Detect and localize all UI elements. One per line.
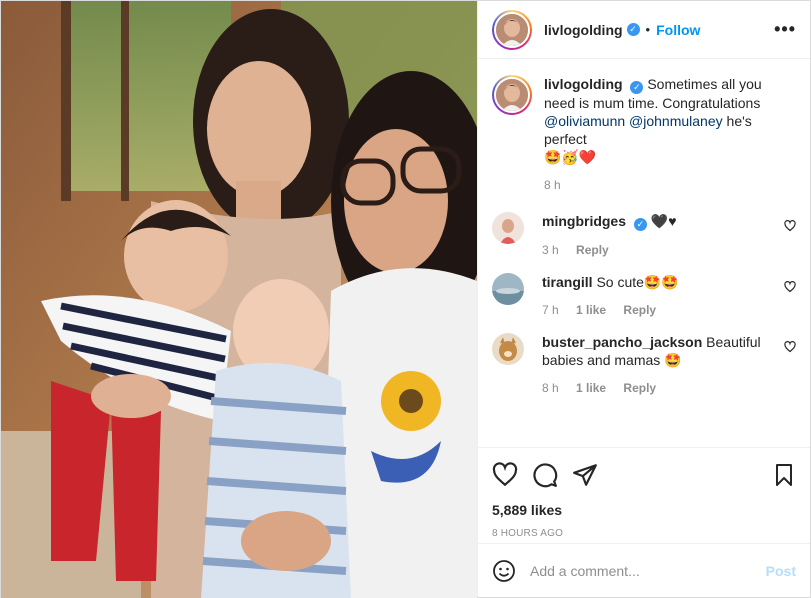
comment-likes[interactable]: 1 like xyxy=(576,381,606,395)
commenter-username[interactable]: mingbridges xyxy=(542,213,626,229)
likes-count[interactable]: 5,889 likes xyxy=(492,502,796,518)
comment-meta: 7 h 1 like Reply xyxy=(542,301,772,319)
caption-meta: 8 h xyxy=(544,176,796,194)
verified-badge-icon: ✓ xyxy=(630,81,644,94)
caption-emojis: 🤩🥳❤️ xyxy=(544,149,597,165)
instagram-post: livlogolding ✓ • Follow ••• livlogolding… xyxy=(0,0,811,598)
commenter-username[interactable]: tirangill xyxy=(542,274,593,290)
avatar-image xyxy=(494,11,530,48)
comment: buster_pancho_jackson Beautiful babies a… xyxy=(492,333,796,397)
caption-body: livlogolding ✓ Sometimes all you need is… xyxy=(544,75,796,194)
comment-body: buster_pancho_jackson Beautiful babies a… xyxy=(542,333,796,397)
reply-button[interactable]: Reply xyxy=(623,303,656,317)
comment-bubble-icon[interactable] xyxy=(532,462,558,488)
comment-text: 🖤♥ xyxy=(650,213,677,229)
comment-body: tirangill So cute🤩🤩 7 h 1 like Reply xyxy=(542,273,796,319)
follow-button[interactable]: Follow xyxy=(656,22,700,38)
reply-button[interactable]: Reply xyxy=(623,381,656,395)
comment-likes[interactable]: 1 like xyxy=(576,303,606,317)
post-side-panel: livlogolding ✓ • Follow ••• livlogolding… xyxy=(477,1,810,597)
caption-avatar[interactable] xyxy=(492,75,532,115)
mention-link[interactable]: @johnmulaney xyxy=(629,113,723,129)
comment-time[interactable]: 8 h xyxy=(542,381,559,395)
comment-time[interactable]: 3 h xyxy=(542,243,559,257)
caption-time[interactable]: 8 h xyxy=(544,178,561,192)
post-photo[interactable] xyxy=(1,1,477,598)
post-comment-button[interactable]: Post xyxy=(766,563,796,579)
emoji-smiley-icon[interactable] xyxy=(492,559,516,583)
save-bookmark-icon[interactable] xyxy=(772,462,796,488)
caption: livlogolding ✓ Sometimes all you need is… xyxy=(492,75,796,194)
comment: tirangill So cute🤩🤩 7 h 1 like Reply xyxy=(492,273,796,319)
author-username[interactable]: livlogolding xyxy=(544,22,623,38)
verified-badge-icon: ✓ xyxy=(633,218,647,231)
add-comment-bar: Post xyxy=(478,543,810,597)
like-comment-heart-icon[interactable] xyxy=(784,341,796,353)
verified-badge-icon: ✓ xyxy=(626,23,640,36)
commenter-avatar[interactable] xyxy=(492,333,524,365)
separator-dot: • xyxy=(645,22,651,37)
post-timestamp[interactable]: 8 HOURS AGO xyxy=(492,528,796,539)
comment-meta: 3 h Reply xyxy=(542,241,772,259)
like-comment-heart-icon[interactable] xyxy=(784,220,796,232)
author-avatar[interactable] xyxy=(492,9,532,50)
like-heart-icon[interactable] xyxy=(492,462,518,488)
reply-button[interactable]: Reply xyxy=(576,243,609,257)
photo-illustration xyxy=(1,1,477,598)
comment-body: mingbridges ✓ 🖤♥ 3 h Reply xyxy=(542,212,796,259)
avatar-image xyxy=(494,77,530,113)
commenter-avatar[interactable] xyxy=(492,273,524,305)
comment: mingbridges ✓ 🖤♥ 3 h Reply xyxy=(492,212,796,259)
mention-link[interactable]: @oliviamunn xyxy=(544,113,625,129)
add-comment-input[interactable] xyxy=(530,562,766,579)
commenter-avatar[interactable] xyxy=(492,212,524,244)
like-comment-heart-icon[interactable] xyxy=(784,281,796,293)
post-header: livlogolding ✓ • Follow ••• xyxy=(478,1,810,59)
more-options-icon[interactable]: ••• xyxy=(774,19,796,40)
comments-list[interactable]: livlogolding ✓ Sometimes all you need is… xyxy=(478,59,810,447)
comment-time[interactable]: 7 h xyxy=(542,303,559,317)
comment-meta: 8 h 1 like Reply xyxy=(542,379,772,397)
share-paper-plane-icon[interactable] xyxy=(572,462,598,488)
comment-text: So cute🤩🤩 xyxy=(596,274,679,290)
action-icons xyxy=(492,460,796,490)
caption-username[interactable]: livlogolding xyxy=(544,76,623,92)
commenter-username[interactable]: buster_pancho_jackson xyxy=(542,334,702,350)
